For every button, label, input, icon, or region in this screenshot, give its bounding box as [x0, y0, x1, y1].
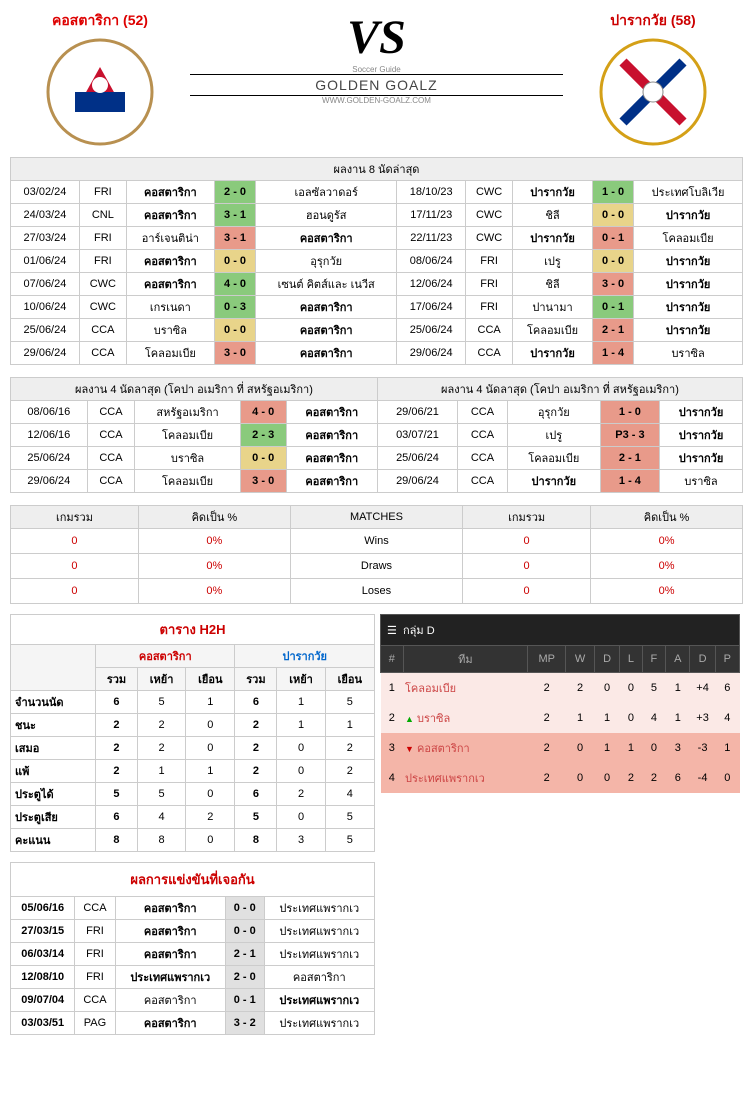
vs-text: VS [190, 10, 563, 65]
last8-table: ผลงาน 8 นัดล่าสุด 03/02/24FRIคอสตาริกา2 … [10, 157, 743, 365]
last4-title-left: ผลงาน 4 นัดลาสุด (โคปา อเมริกา ที่ สหรัฐ… [11, 378, 378, 401]
last8-title: ผลงาน 8 นัดล่าสุด [11, 158, 743, 181]
last4-table: ผลงาน 4 นัดลาสุด (โคปา อเมริกา ที่ สหรัฐ… [10, 377, 743, 493]
group-table: ☰ กลุ่ม D #ทีมMPWDLFADP 1โคลอมเบีย220051… [380, 614, 740, 793]
h2h-team-right: ปารากวัย [235, 645, 375, 668]
h2h-team-left: คอสตาริกา [96, 645, 235, 668]
h2h-title: ตาราง H2H [11, 615, 375, 645]
encounters-table: ผลการแข่งขันที่เจอกัน 05/06/16CCAคอสตาริ… [10, 862, 375, 1035]
last4-title-right: ผลงาน 4 นัดลาสุด (โคปา อเมริกา ที่ สหรัฐ… [377, 378, 742, 401]
logo-top-text: Soccer Guide [190, 65, 563, 74]
center-vs-logo: VS Soccer Guide GOLDEN GOALZ WWW.GOLDEN-… [190, 10, 563, 105]
encounters-title: ผลการแข่งขันที่เจอกัน [11, 863, 375, 897]
team-left-name: คอสตาริกา (52) [10, 10, 190, 32]
summary-table: เกมรวมคิดเป็น %MATCHESเกมรวมคิดเป็น % 00… [10, 505, 743, 604]
team-right-crest [598, 37, 708, 147]
group-title: กลุ่ม D [403, 625, 435, 637]
team-right-block: ปารากวัย (58) [563, 10, 743, 147]
h2h-table: ตาราง H2H คอสตาริกา ปารากวัย รวมเหย้าเยื… [10, 614, 375, 852]
logo-main-text: GOLDEN GOALZ [190, 74, 563, 96]
team-left-crest [45, 37, 155, 147]
match-header: คอสตาริกา (52) VS Soccer Guide GOLDEN GO… [10, 10, 743, 147]
team-left-block: คอสตาริกา (52) [10, 10, 190, 147]
team-right-name: ปารากวัย (58) [563, 10, 743, 32]
logo-sub-text: WWW.GOLDEN-GOALZ.COM [190, 96, 563, 105]
